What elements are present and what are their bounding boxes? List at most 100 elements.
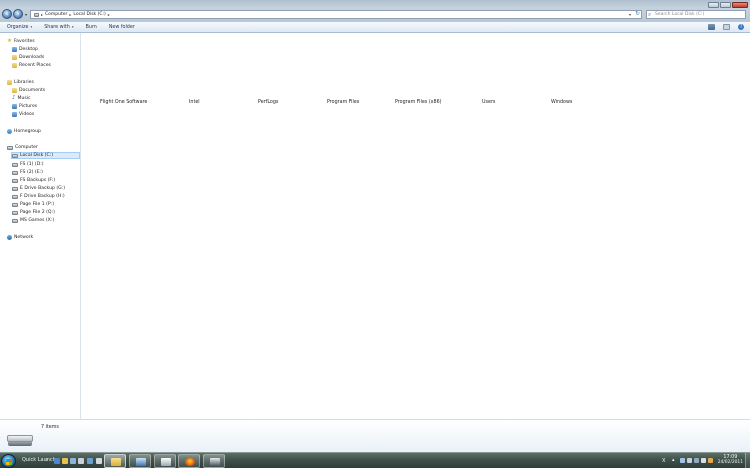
- taskbar-app-button[interactable]: [154, 454, 176, 468]
- file-item-intel[interactable]: Intel: [189, 100, 200, 105]
- breadcrumb-separator-icon[interactable]: ▸: [108, 12, 110, 17]
- nav-item-ms-games-x[interactable]: MS Games (X:): [12, 217, 54, 224]
- quick-launch-app-icon[interactable]: [70, 458, 76, 464]
- share-with-button[interactable]: Share with ▾: [44, 25, 73, 30]
- nav-item-label: Videos: [19, 112, 35, 117]
- nav-item-recent-places[interactable]: Recent Places: [12, 62, 51, 69]
- show-desktop-button[interactable]: [745, 453, 750, 468]
- network-tray-icon[interactable]: [694, 458, 699, 463]
- address-bar[interactable]: ▸ Computer ▸ Local Disk (C:) ▸ ▾ ↻: [30, 10, 642, 19]
- nav-item-fs1-d[interactable]: FS (1) (D:): [12, 161, 44, 168]
- file-item-flight-one-software[interactable]: Flight One Software: [100, 100, 147, 105]
- breadcrumb-separator-icon[interactable]: ▸: [41, 12, 43, 17]
- change-view-icon[interactable]: [708, 24, 715, 30]
- quick-launch-app-icon[interactable]: [96, 458, 102, 464]
- new-folder-button[interactable]: New folder: [109, 25, 135, 30]
- recent-pages-dropdown[interactable]: ▾: [25, 12, 27, 17]
- nav-favorites[interactable]: ★ Favorites: [7, 38, 35, 45]
- file-item-program-files[interactable]: Program Files: [327, 100, 359, 105]
- nav-libraries[interactable]: Libraries: [7, 79, 34, 86]
- taskbar-firefox-button[interactable]: [178, 454, 200, 468]
- language-indicator[interactable]: X: [662, 458, 665, 464]
- camera-app-icon: [210, 458, 220, 466]
- organize-label: Organize: [7, 24, 29, 30]
- close-button[interactable]: [732, 2, 748, 8]
- nav-item-documents[interactable]: Documents: [12, 87, 45, 94]
- show-hidden-icons-icon[interactable]: ▴: [672, 457, 675, 463]
- nav-libraries-label: Libraries: [14, 80, 34, 85]
- quick-launch-app-icon[interactable]: [87, 458, 93, 464]
- command-bar: Organize ▾ Share with ▾ Burn New folder …: [0, 22, 750, 33]
- preview-pane-icon[interactable]: [723, 24, 730, 30]
- window-app-icon: [136, 458, 146, 466]
- videos-icon: [12, 112, 17, 117]
- quick-launch-chevron-icon[interactable]: »: [45, 457, 48, 463]
- taskbar-app-button[interactable]: [129, 454, 151, 468]
- quick-launch-label[interactable]: Quick Launch: [22, 457, 56, 463]
- file-item-program-files-x86[interactable]: Program Files (x86): [395, 100, 442, 105]
- clock[interactable]: 17:09 24/02/2011: [718, 455, 743, 465]
- nav-item-f-drive-backup-h[interactable]: F Drive Backup (H:): [12, 193, 65, 200]
- breadcrumb-computer[interactable]: Computer: [45, 12, 67, 17]
- nav-item-pictures[interactable]: Pictures: [12, 103, 37, 110]
- tray-app-icon[interactable]: [680, 458, 685, 463]
- hard-drive-icon: [12, 210, 18, 215]
- nav-item-label: F Drive Backup (H:): [20, 194, 65, 199]
- breadcrumb-local-disk[interactable]: Local Disk (C:): [73, 12, 105, 17]
- homegroup-icon: [7, 129, 12, 134]
- refresh-icon[interactable]: ↻: [635, 11, 640, 17]
- organize-button[interactable]: Organize ▾: [7, 25, 32, 30]
- file-list-pane[interactable]: Flight One Software Intel PerfLogs Progr…: [82, 33, 750, 419]
- folder-icon: [111, 458, 121, 466]
- nav-item-desktop[interactable]: Desktop: [12, 46, 38, 53]
- tray-app-icon[interactable]: [687, 458, 692, 463]
- back-button[interactable]: ‹: [2, 9, 12, 19]
- nav-item-music[interactable]: ♪ Music: [12, 95, 31, 102]
- nav-item-page-file-1-p[interactable]: Page File 1 (P:): [12, 201, 54, 208]
- breadcrumb-separator-icon[interactable]: ▸: [69, 12, 71, 17]
- document-app-icon: [161, 458, 171, 466]
- burn-button[interactable]: Burn: [86, 25, 97, 30]
- nav-network[interactable]: Network: [7, 234, 33, 241]
- tray-app-icon[interactable]: [708, 458, 713, 463]
- arrow-right-icon: ›: [16, 10, 20, 18]
- file-item-users[interactable]: Users: [482, 100, 495, 105]
- nav-item-label: Downloads: [19, 55, 45, 60]
- file-item-windows[interactable]: Windows: [551, 100, 572, 105]
- title-bar: ‹ › ▾ ▸ Computer ▸ Local Disk (C:) ▸ ▾ ↻…: [0, 0, 750, 22]
- chevron-down-icon: ▾: [71, 25, 74, 29]
- forward-button[interactable]: ›: [13, 9, 23, 19]
- nav-item-e-drive-backup-g[interactable]: E Drive Backup (G:): [12, 185, 65, 192]
- volume-icon[interactable]: [701, 458, 706, 463]
- help-icon[interactable]: ?: [738, 24, 744, 30]
- taskbar-explorer-button[interactable]: [104, 454, 126, 468]
- nav-item-label: Recent Places: [19, 63, 51, 68]
- file-item-perflogs[interactable]: PerfLogs: [258, 100, 278, 105]
- nav-homegroup[interactable]: Homegroup: [7, 128, 41, 135]
- nav-item-label: MS Games (X:): [20, 218, 55, 223]
- taskbar-app-button[interactable]: [203, 454, 225, 468]
- documents-icon: [12, 88, 17, 93]
- maximize-button[interactable]: [720, 2, 731, 8]
- nav-item-fs-backups-f[interactable]: FS Backups (F:): [12, 177, 55, 184]
- start-button[interactable]: [1, 454, 16, 468]
- nav-item-label: Documents: [19, 88, 46, 93]
- nav-item-local-disk-c[interactable]: Local Disk (C:): [11, 152, 80, 159]
- nav-computer[interactable]: Computer: [7, 144, 38, 151]
- hard-drive-icon: [7, 435, 33, 447]
- nav-item-fs2-e[interactable]: FS (2) (E:): [12, 169, 43, 176]
- nav-item-downloads[interactable]: Downloads: [12, 54, 44, 61]
- nav-item-page-file-2-q[interactable]: Page File 2 (Q:): [12, 209, 55, 216]
- nav-item-videos[interactable]: Videos: [12, 111, 34, 118]
- new-folder-label: New folder: [108, 24, 135, 30]
- quick-launch-app-icon[interactable]: [54, 458, 60, 464]
- network-icon: [7, 235, 12, 240]
- taskbar: Quick Launch » X ▴ 17:09 24/02/2011: [0, 452, 750, 468]
- search-box[interactable]: ⌕ Search Local Disk (C:): [646, 10, 746, 19]
- quick-launch-app-icon[interactable]: [78, 458, 84, 464]
- address-history-dropdown[interactable]: ▾: [629, 12, 631, 17]
- minimize-button[interactable]: [708, 2, 719, 8]
- pictures-icon: [12, 104, 17, 109]
- nav-item-label: Pictures: [19, 104, 38, 109]
- quick-launch-app-icon[interactable]: [62, 458, 68, 464]
